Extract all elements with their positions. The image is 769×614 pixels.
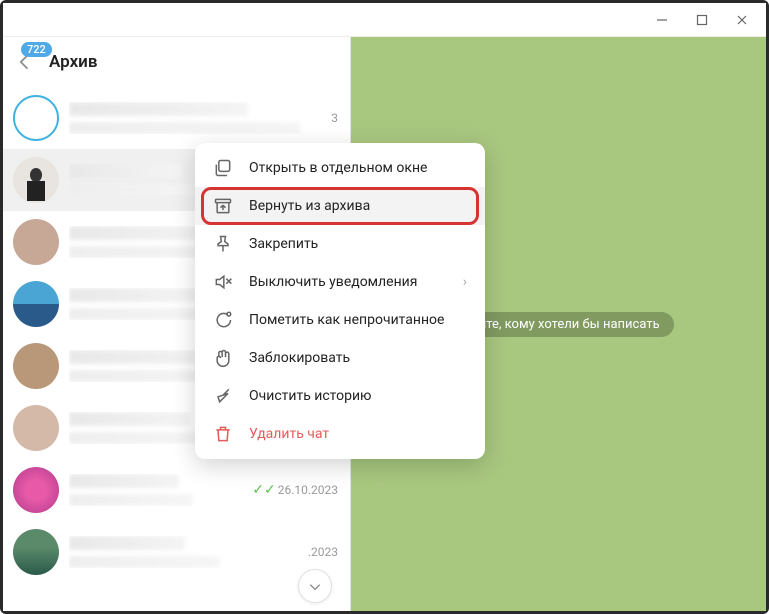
- chat-date: .2023: [308, 545, 338, 559]
- menu-clear-history[interactable]: Очистить историю: [195, 377, 485, 415]
- chat-date: 3: [331, 111, 338, 125]
- menu-unarchive[interactable]: Вернуть из архива: [195, 187, 485, 225]
- chat-item[interactable]: .2023: [3, 521, 350, 583]
- menu-mute[interactable]: Выключить уведомления ›: [195, 263, 485, 301]
- menu-label: Закрепить: [249, 236, 318, 252]
- broom-icon: [213, 386, 233, 406]
- unarchive-icon: [213, 196, 233, 216]
- avatar: [13, 281, 59, 327]
- menu-pin[interactable]: Закрепить: [195, 225, 485, 263]
- menu-open-in-window[interactable]: Открыть в отдельном окне: [195, 149, 485, 187]
- window-minimize-button[interactable]: [642, 6, 682, 34]
- scroll-down-button[interactable]: [298, 569, 332, 603]
- chat-item[interactable]: ✓✓26.10.2023: [3, 459, 350, 521]
- avatar: [13, 405, 59, 451]
- back-button[interactable]: 722: [11, 48, 39, 76]
- avatar: [13, 219, 59, 265]
- chat-date: ✓✓26.10.2023: [252, 482, 338, 498]
- menu-label: Заблокировать: [249, 350, 350, 366]
- archive-header: 722 Архив: [3, 37, 350, 87]
- hand-icon: [213, 348, 233, 368]
- window-titlebar: [3, 3, 766, 37]
- context-menu: Открыть в отдельном окне Вернуть из архи…: [195, 143, 485, 459]
- avatar: [13, 467, 59, 513]
- page-title: Архив: [49, 52, 97, 72]
- avatar: [13, 157, 59, 203]
- read-check-icon: ✓✓: [252, 482, 275, 498]
- avatar: [13, 529, 59, 575]
- trash-icon: [213, 424, 233, 444]
- menu-block[interactable]: Заблокировать: [195, 339, 485, 377]
- menu-delete-chat[interactable]: Удалить чат: [195, 415, 485, 453]
- menu-label: Пометить как непрочитанное: [249, 312, 444, 328]
- mute-icon: [213, 272, 233, 292]
- menu-label: Открыть в отдельном окне: [249, 160, 427, 176]
- window-maximize-button[interactable]: [682, 6, 722, 34]
- chat-icon: [213, 310, 233, 330]
- menu-label: Очистить историю: [249, 388, 372, 404]
- new-window-icon: [213, 158, 233, 178]
- avatar: [13, 95, 59, 141]
- menu-mark-unread[interactable]: Пометить как непрочитанное: [195, 301, 485, 339]
- avatar: [13, 343, 59, 389]
- chat-item[interactable]: 3: [3, 87, 350, 149]
- archive-count-badge: 722: [21, 42, 52, 57]
- menu-label: Вернуть из архива: [249, 198, 370, 214]
- menu-label: Удалить чат: [249, 426, 329, 442]
- pin-icon: [213, 234, 233, 254]
- chevron-right-icon: ›: [463, 274, 467, 290]
- menu-label: Выключить уведомления: [249, 274, 417, 290]
- window-close-button[interactable]: [722, 6, 762, 34]
